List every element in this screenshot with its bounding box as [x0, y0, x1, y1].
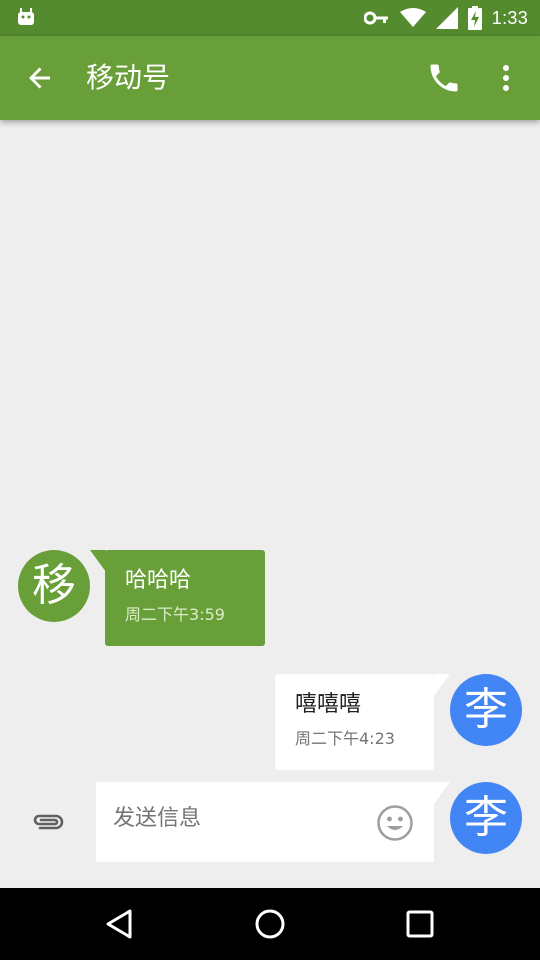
outgoing-message-bubble[interactable]: 嘻嘻嘻 周二下午4:23 — [275, 674, 434, 770]
message-input[interactable] — [113, 806, 353, 831]
conversation-title: 移动号 — [86, 61, 171, 94]
app-bar: 移动号 — [0, 36, 540, 120]
wifi-icon — [399, 8, 426, 27]
contact-avatar[interactable]: 移 — [18, 550, 90, 622]
compose-box[interactable] — [96, 782, 434, 862]
recents-square-icon[interactable] — [402, 906, 438, 942]
more-vert-icon[interactable] — [494, 60, 518, 96]
smiley-icon[interactable] — [376, 804, 414, 842]
paperclip-icon[interactable] — [30, 806, 66, 838]
phone-icon[interactable] — [426, 60, 462, 96]
message-timestamp: 周二下午3:59 — [125, 605, 225, 624]
battery-charging-icon — [467, 6, 482, 30]
status-bar: 1:33 — [0, 0, 540, 36]
key-icon — [363, 11, 388, 25]
bubble-tail — [434, 674, 450, 696]
message-text: 嘻嘻嘻 — [295, 692, 362, 717]
navigation-bar — [0, 888, 540, 960]
message-timestamp: 周二下午4:23 — [295, 729, 395, 748]
message-text: 哈哈哈 — [125, 568, 192, 593]
home-circle-icon[interactable] — [252, 906, 288, 942]
status-time: 1:33 — [491, 7, 528, 28]
sender-avatar[interactable]: 李 — [450, 782, 522, 854]
self-avatar[interactable]: 李 — [450, 674, 522, 746]
android-debug-icon — [18, 8, 34, 25]
incoming-message-bubble[interactable]: 哈哈哈 周二下午3:59 — [105, 550, 265, 646]
back-triangle-icon[interactable] — [102, 906, 138, 942]
arrow-back-icon[interactable] — [24, 62, 56, 94]
signal-icon — [435, 7, 458, 29]
bubble-tail — [90, 550, 106, 572]
compose-tail — [434, 782, 450, 804]
